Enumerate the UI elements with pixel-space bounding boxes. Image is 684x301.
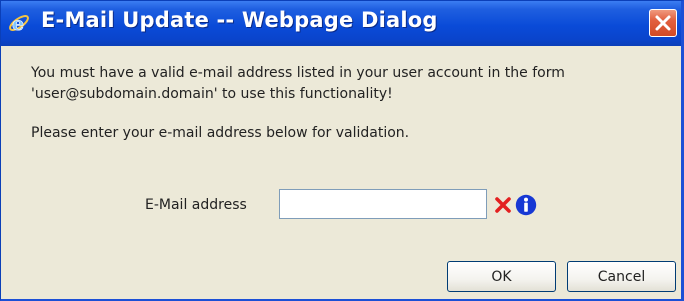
ok-button[interactable]: OK — [447, 261, 556, 292]
error-x-icon — [495, 197, 511, 213]
ie-icon: e — [9, 13, 29, 34]
requirement-message: You must have a valid e-mail address lis… — [31, 63, 671, 105]
instruction-text: Please enter your e-mail address below f… — [31, 125, 410, 141]
title-bar[interactable]: e E-Mail Update -- Webpage Dialog — [1, 1, 681, 46]
dialog-window: e E-Mail Update -- Webpage Dialog You mu… — [0, 0, 684, 301]
info-icon[interactable] — [515, 194, 537, 216]
email-field[interactable] — [279, 189, 487, 219]
dialog-body: You must have a valid e-mail address lis… — [7, 46, 677, 298]
email-label: E-Mail address — [145, 197, 247, 213]
cancel-button[interactable]: Cancel — [567, 261, 676, 292]
close-icon — [655, 15, 671, 31]
close-button[interactable] — [649, 9, 677, 37]
requirement-line-2: 'user@subdomain.domain' to use this func… — [31, 86, 393, 102]
requirement-line-1: You must have a valid e-mail address lis… — [31, 65, 565, 81]
window-title: E-Mail Update -- Webpage Dialog — [41, 8, 438, 32]
svg-text:e: e — [12, 13, 24, 34]
